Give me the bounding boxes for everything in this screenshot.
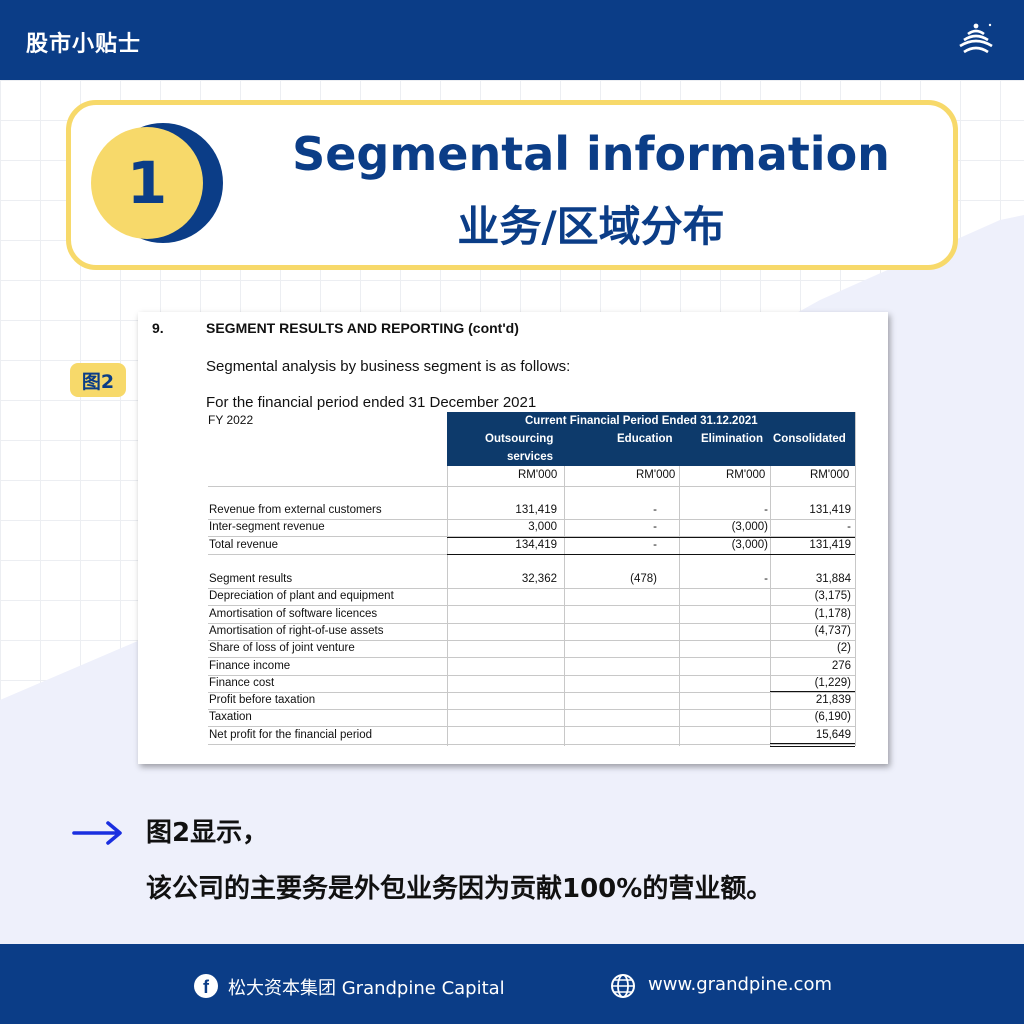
table-cell: 131,419 [809, 538, 851, 551]
table-title: Current Financial Period Ended 31.12.202… [525, 415, 758, 427]
table-row: Depreciation of plant and equipment (3,17… [208, 589, 855, 607]
table-row: Taxation (6,190) [208, 710, 855, 728]
table-cell: (478) [630, 573, 657, 585]
unit-label: RM'000 [636, 469, 676, 481]
section-number-text: 9. [152, 320, 164, 336]
table-cell: 3,000 [528, 521, 557, 534]
note-line-2: 该公司的主要务是外包业务因为贡献100%的营业额。 [146, 874, 773, 904]
table-cell: - [653, 504, 657, 516]
col-header-outsourcing-2: services [507, 451, 554, 463]
document-heading: SEGMENT RESULTS AND REPORTING (cont'd) [206, 320, 519, 336]
col-header-elimination: Elimination [701, 433, 763, 445]
document-intro: Segmental analysis by business segment i… [206, 358, 571, 375]
row-label: Revenue from external customers [209, 504, 382, 516]
table-cell: (3,175) [814, 590, 851, 603]
table-cell: - [847, 521, 851, 534]
hero-title-en: Segmental information [292, 127, 890, 181]
table-cell: (2) [836, 642, 851, 655]
table-cell: 131,419 [515, 504, 557, 516]
bottom-bar [0, 944, 1024, 1024]
row-label: Share of loss of joint venture [209, 642, 355, 655]
row-label: Finance income [209, 659, 291, 672]
website-link[interactable]: www.grandpine.com [648, 974, 832, 995]
table-row: Total revenue 134,419 - (3,000) 131,419 [208, 538, 855, 555]
table-row: Profit before taxation 21,839 [208, 693, 855, 711]
table-cell: - [764, 504, 768, 516]
facebook-icon[interactable]: f [194, 974, 218, 998]
table-cell: 131,419 [809, 504, 851, 516]
table-header: Current Financial Period Ended 31.12.202… [447, 412, 855, 466]
row-label: Taxation [209, 711, 252, 724]
table-row: Share of loss of joint venture (2) [208, 641, 855, 659]
hero-title-cn: 业务/区域分布 [457, 202, 725, 251]
col-header-education: Education [617, 433, 673, 445]
row-label: Total revenue [209, 538, 279, 551]
table-cell: (1,229) [814, 676, 851, 689]
table-cell: (3,000) [731, 538, 768, 551]
figure-label: 图2 [70, 363, 126, 397]
globe-icon[interactable] [610, 973, 636, 999]
table-row: Amortisation of software licences (1,178) [208, 607, 855, 624]
hero-box: 1 Segmental information 业务/区域分布 [66, 100, 958, 270]
table-row: Amortisation of right-of-use assets (4,73… [208, 624, 855, 641]
col-header-consolidated: Consolidated [773, 433, 846, 445]
row-label: Amortisation of right-of-use assets [209, 624, 384, 637]
table-cell: 134,419 [515, 538, 557, 551]
table-cell: (3,000) [731, 521, 768, 534]
table-cell: 32,362 [521, 573, 557, 585]
row-label: Amortisation of software licences [209, 607, 378, 620]
pine-tree-icon [959, 23, 993, 54]
table-cell: (6,190) [814, 711, 851, 724]
table-row: Inter-segment revenue 3,000 - (3,000) - [208, 520, 855, 538]
header-title: 股市小贴士 [26, 32, 142, 57]
table-cell: - [653, 521, 657, 534]
col-header-outsourcing: Outsourcing [485, 433, 554, 445]
fiscal-year: FY 2022 [208, 413, 254, 427]
row-label: Depreciation of plant and equipment [209, 590, 394, 603]
table-row: Finance cost (1,229) [208, 676, 855, 693]
table-row: Net profit for the financial period 15,64… [208, 728, 855, 745]
financial-statement-excerpt: 9. SEGMENT RESULTS AND REPORTING (cont'd… [138, 312, 888, 764]
facebook-page-link[interactable]: 松大资本集团 Grandpine Capital [228, 974, 505, 1000]
row-label: Finance cost [209, 676, 275, 689]
table-cell: (1,178) [814, 607, 851, 620]
table-cell: 31,884 [815, 573, 851, 585]
table-cell: - [653, 538, 657, 551]
table-row: Revenue from external customers 131,419 - -… [208, 503, 855, 520]
table-cell: (4,737) [814, 624, 851, 637]
table-row: Finance income 276 [208, 659, 855, 676]
unit-label: RM'000 [810, 469, 850, 481]
row-label: Profit before taxation [209, 694, 316, 707]
table-row: Segment results 32,362 (478) - 31,884 [208, 572, 855, 589]
row-label: Segment results [209, 573, 293, 585]
unit-label: RM'000 [518, 469, 558, 481]
table-cell: 276 [831, 659, 851, 672]
unit-label: RM'000 [726, 469, 766, 481]
note-line-1: 图2显示， [146, 818, 269, 848]
arrow-right-icon [72, 821, 122, 845]
table-cell: 15,649 [815, 728, 851, 741]
number-badge: 1 [91, 123, 223, 253]
section-number: 1 [91, 127, 203, 239]
table-cell: - [764, 573, 768, 585]
top-bar: 股市小贴士 [0, 0, 1024, 80]
row-label: Net profit for the financial period [209, 728, 373, 741]
document-period: For the financial period ended 31 Decemb… [206, 394, 537, 411]
table-cell: 21,839 [815, 694, 851, 707]
row-label: Inter-segment revenue [209, 521, 325, 534]
